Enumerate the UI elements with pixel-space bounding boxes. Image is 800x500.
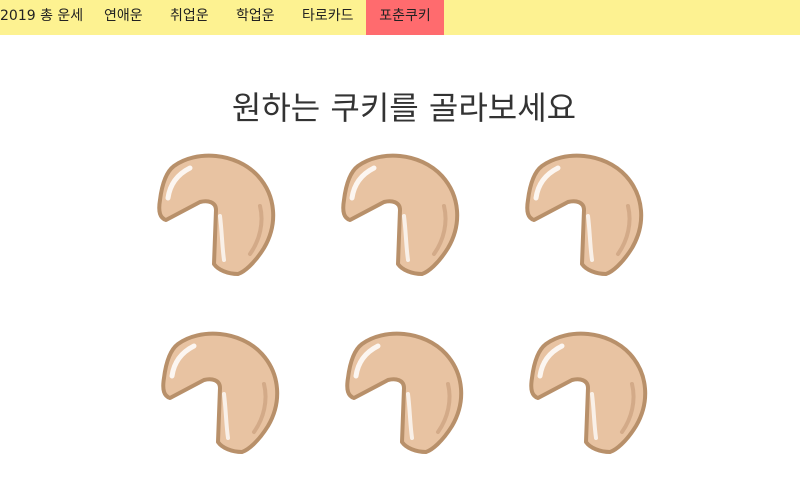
nav-item-study-fortune[interactable]: 학업운 xyxy=(236,0,275,35)
nav-item-tarot-card[interactable]: 타로카드 xyxy=(302,0,354,35)
nav-item-love-fortune[interactable]: 연애운 xyxy=(104,0,143,35)
fortune-cookie-icon xyxy=(157,153,276,276)
fortune-cookie-2[interactable] xyxy=(340,148,460,278)
nav-item-2019-fortune[interactable]: 2019 총 운세 xyxy=(0,0,83,35)
fortune-cookie-3[interactable] xyxy=(524,148,644,278)
fortune-cookie-icon xyxy=(529,331,648,454)
fortune-cookie-icon xyxy=(525,153,644,276)
nav-item-job-fortune[interactable]: 취업운 xyxy=(170,0,209,35)
fortune-cookie-5[interactable] xyxy=(344,326,464,456)
top-navigation-bar: 2019 총 운세 연애운 취업운 학업운 타로카드 포춘쿠키 xyxy=(0,0,800,35)
fortune-cookie-4[interactable] xyxy=(160,326,280,456)
fortune-cookie-1[interactable] xyxy=(156,148,276,278)
fortune-cookie-icon xyxy=(161,331,280,454)
page-title: 원하는 쿠키를 골라보세요 xyxy=(231,89,577,128)
nav-item-fortune-cookie[interactable]: 포춘쿠키 xyxy=(366,0,444,35)
fortune-cookie-icon xyxy=(345,331,464,454)
fortune-cookie-6[interactable] xyxy=(528,326,648,456)
fortune-cookie-icon xyxy=(341,153,460,276)
